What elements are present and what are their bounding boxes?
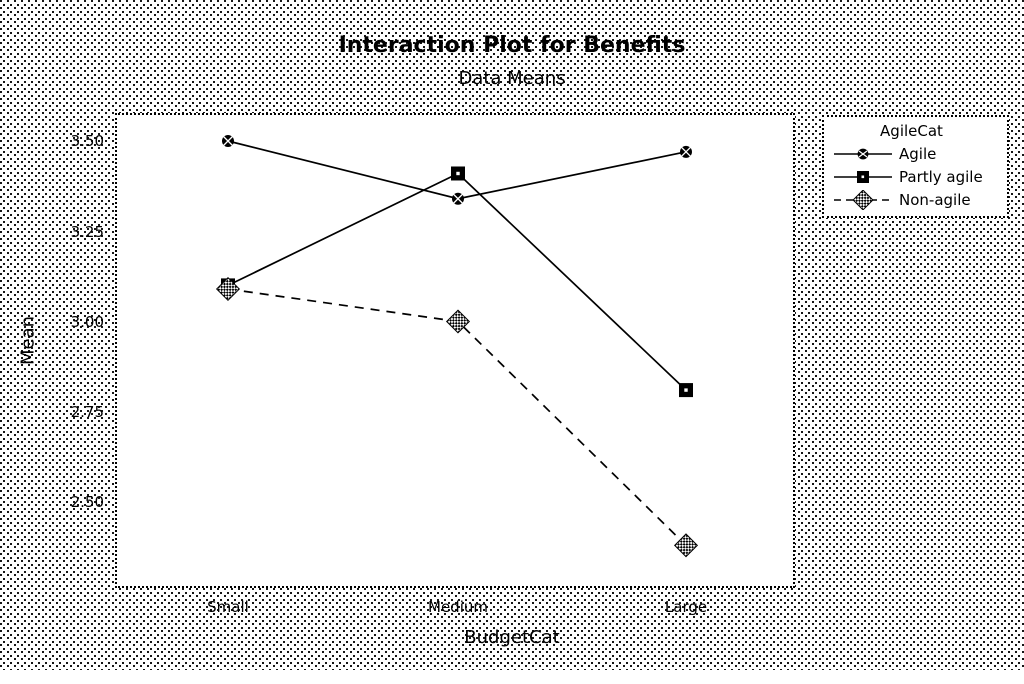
chart-screenshot: Interaction Plot for Benefits Data Means… [0, 0, 1024, 684]
x-tick-label-large: Large [664, 598, 708, 616]
series-layer [215, 135, 699, 558]
legend-label-non-agile: Non-agile [899, 190, 971, 209]
legend-title: AgileCat [880, 122, 943, 140]
plot-svg [215, 135, 699, 558]
x-tick-label-small: Small [207, 598, 249, 616]
legend-item-partly-agile[interactable]: Partly agile [824, 165, 1007, 188]
square-marker-icon [832, 167, 894, 187]
y-tick-label-1: 3.25 [70, 223, 104, 241]
x-tick-label-medium: Medium [428, 598, 488, 616]
circle-marker-icon [832, 144, 894, 164]
y-tick-label-2: 3.00 [70, 313, 104, 331]
y-tick-label-3: 2.75 [70, 403, 104, 421]
legend-item-non-agile[interactable]: Non-agile [824, 188, 1007, 211]
legend-item-agile[interactable]: Agile [824, 142, 1007, 165]
series-non-agile [215, 276, 699, 558]
legend-label-partly-agile: Partly agile [899, 167, 983, 186]
chart-subtitle: Data Means [458, 68, 566, 89]
legend: AgileCat Agile Partly agile Non-agile [822, 115, 1009, 218]
chart-title: Interaction Plot for Benefits [338, 33, 686, 58]
y-tick-label-4: 2.50 [70, 493, 104, 511]
plot-area [115, 113, 795, 588]
y-tick-label-0: 3.50 [70, 132, 104, 150]
x-axis-title: BudgetCat [464, 627, 560, 648]
diamond-marker-icon [832, 189, 894, 210]
y-axis-title: Mean [17, 315, 39, 366]
legend-label-agile: Agile [899, 144, 937, 163]
